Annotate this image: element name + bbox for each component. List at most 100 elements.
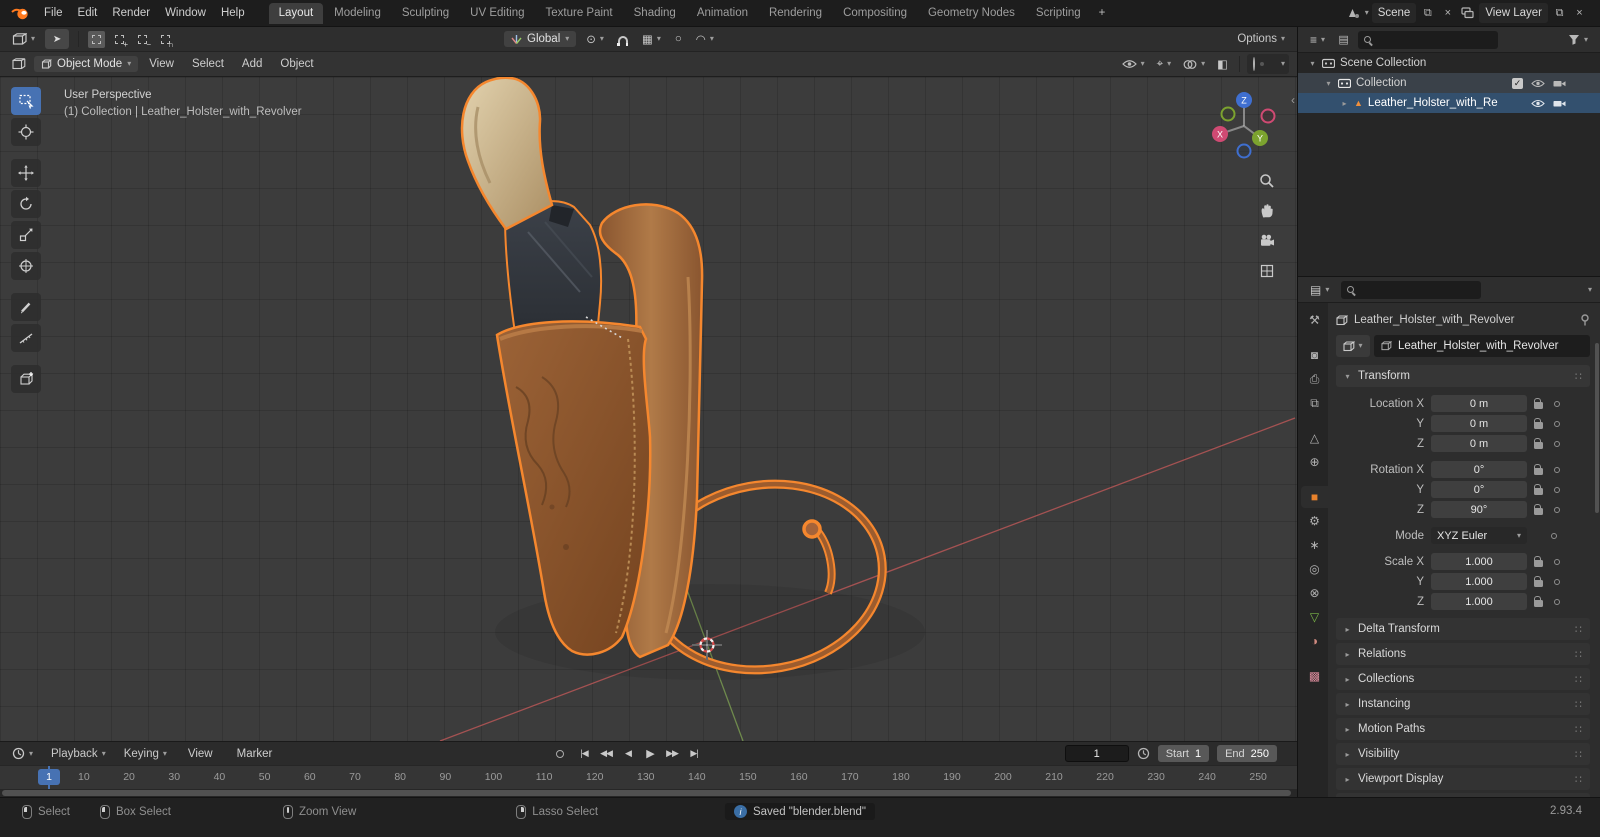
- object-visibility-dropdown[interactable]: ▾: [1118, 57, 1149, 71]
- view-layer-icon[interactable]: [1459, 4, 1476, 22]
- revolver-grip[interactable]: [460, 77, 554, 231]
- workspace-tab-uv-editing[interactable]: UV Editing: [460, 3, 534, 24]
- disclosure-icon[interactable]: ▾: [1308, 59, 1317, 68]
- tab-texture[interactable]: ▩: [1301, 665, 1328, 687]
- gizmo-y-neg-axis[interactable]: [1220, 106, 1236, 122]
- select-mode-subtract-button[interactable]: −: [134, 31, 151, 49]
- tab-render[interactable]: ◙: [1301, 344, 1328, 366]
- shading-rendered-button[interactable]: [1274, 62, 1278, 66]
- select-mode-intersect-button[interactable]: ∩: [157, 31, 174, 49]
- options-dropdown[interactable]: Options ▾: [1233, 31, 1289, 47]
- scale-y-field[interactable]: 1.000: [1431, 573, 1527, 590]
- hide-viewport-eye-icon[interactable]: [1531, 99, 1545, 108]
- timeline-ruler[interactable]: 1 10 20 30 40 50 60 70 80 90 100 110 120 130 140 150 16…: [0, 765, 1297, 789]
- animate-dot-icon[interactable]: [1554, 486, 1560, 493]
- transform-panel-header[interactable]: ▾ Transform ∷: [1336, 365, 1590, 387]
- scale-z-field[interactable]: 1.000: [1431, 593, 1527, 610]
- add-workspace-button[interactable]: +: [1092, 3, 1113, 23]
- tab-physics[interactable]: ◎: [1301, 558, 1328, 580]
- panel-viewport-display[interactable]: ▸ Viewport Display ∷: [1336, 768, 1590, 790]
- view-layer-selector[interactable]: View Layer: [1479, 3, 1548, 23]
- object-id-type-button[interactable]: ▾: [1336, 335, 1370, 357]
- tool-scale[interactable]: [11, 221, 41, 249]
- properties-search-input[interactable]: [1359, 283, 1476, 296]
- add-menu[interactable]: Add: [235, 55, 269, 73]
- shading-dropdown-icon[interactable]: ▾: [1281, 60, 1285, 68]
- collection-checkbox[interactable]: ✓: [1512, 77, 1523, 89]
- tool-measure[interactable]: [11, 324, 41, 352]
- gizmo-x-neg-axis[interactable]: [1260, 108, 1276, 124]
- jump-to-end-button[interactable]: ▶|: [684, 745, 704, 763]
- tab-particles[interactable]: ∗: [1301, 534, 1328, 556]
- animate-dot-icon[interactable]: [1554, 558, 1560, 565]
- lock-icon[interactable]: [1534, 438, 1543, 449]
- scene-icon[interactable]: [1345, 4, 1362, 22]
- outliner-row-scene-collection[interactable]: ▾ Scene Collection: [1298, 53, 1600, 73]
- panel-grip-icon[interactable]: ∷: [1575, 370, 1583, 383]
- timeline-view-menu[interactable]: View: [181, 745, 220, 763]
- snap-toggle-button[interactable]: [614, 32, 632, 47]
- hide-viewport-eye-icon[interactable]: [1531, 79, 1545, 88]
- properties-editor-type-button[interactable]: ▤ ▾: [1306, 281, 1333, 299]
- auto-keying-record-button[interactable]: [556, 749, 564, 758]
- workspace-tab-rendering[interactable]: Rendering: [759, 3, 832, 24]
- select-mode-extend-button[interactable]: +: [111, 31, 128, 49]
- remove-view-layer-icon[interactable]: ×: [1571, 4, 1588, 22]
- panel-grip-icon[interactable]: ∷: [1575, 648, 1583, 661]
- tab-object-data[interactable]: ▽: [1301, 606, 1328, 628]
- panel-motion-paths[interactable]: ▸ Motion Paths ∷: [1336, 718, 1590, 740]
- pivot-point-dropdown[interactable]: ⊙ ▾: [582, 30, 608, 48]
- disclosure-icon[interactable]: ▾: [1324, 79, 1333, 88]
- workspace-tab-animation[interactable]: Animation: [687, 3, 758, 24]
- panel-grip-icon[interactable]: ∷: [1575, 748, 1583, 761]
- tab-view-layer[interactable]: ⧉: [1301, 392, 1328, 414]
- scale-x-field[interactable]: 1.000: [1431, 553, 1527, 570]
- workspace-tab-scripting[interactable]: Scripting: [1026, 3, 1091, 24]
- properties-search[interactable]: [1341, 280, 1482, 299]
- workspace-tab-shading[interactable]: Shading: [624, 3, 686, 24]
- rotation-z-field[interactable]: 90°: [1431, 501, 1527, 518]
- overlays-dropdown[interactable]: ▾: [1179, 57, 1209, 72]
- shading-solid-button[interactable]: [1259, 62, 1264, 66]
- tool-select-box[interactable]: [11, 87, 41, 115]
- tool-add-cube[interactable]: [11, 365, 41, 393]
- location-y-field[interactable]: 0 m: [1431, 415, 1527, 432]
- scene-chevron-icon[interactable]: ▾: [1365, 9, 1369, 17]
- tool-move[interactable]: [11, 159, 41, 187]
- timeline-marker-menu[interactable]: Marker: [230, 745, 280, 763]
- gizmos-dropdown[interactable]: ⌖ ▾: [1153, 56, 1176, 73]
- outliner-search-input[interactable]: [1376, 33, 1493, 46]
- scene-selector[interactable]: Scene: [1371, 3, 1417, 23]
- object-name-field[interactable]: Leather_Holster_with_Revolver: [1374, 335, 1590, 357]
- play-reverse-button[interactable]: ◀: [618, 745, 638, 763]
- tool-rotate[interactable]: [11, 190, 41, 218]
- view-menu[interactable]: View: [142, 55, 181, 73]
- lock-icon[interactable]: [1534, 418, 1543, 429]
- panel-delta-transform[interactable]: ▸ Delta Transform ∷: [1336, 618, 1590, 640]
- collection-label[interactable]: Collection: [1356, 77, 1407, 89]
- menu-window[interactable]: Window: [158, 4, 213, 22]
- rotation-mode-dropdown[interactable]: XYZ Euler ▾: [1431, 527, 1527, 544]
- transform-orientation-dropdown[interactable]: Global ▾: [504, 31, 577, 47]
- xray-toggle-button[interactable]: ◧: [1213, 55, 1232, 73]
- panel-grip-icon[interactable]: ∷: [1575, 673, 1583, 686]
- playhead-frame-badge[interactable]: 1: [38, 769, 60, 785]
- outliner-row-collection[interactable]: ▾ Collection ✓: [1298, 73, 1600, 93]
- properties-options-icon[interactable]: ▾: [1588, 285, 1592, 294]
- editor-type-button[interactable]: ▾: [8, 31, 39, 48]
- pan-view-button[interactable]: [1255, 199, 1279, 223]
- cord-knot[interactable]: [802, 519, 822, 539]
- tab-object[interactable]: ■: [1301, 486, 1328, 508]
- sidebar-toggle-arrow[interactable]: ‹: [1291, 93, 1295, 107]
- delete-scene-icon[interactable]: ×: [1439, 4, 1456, 22]
- navigation-gizmo[interactable]: Z X Y: [1205, 87, 1283, 165]
- menu-help[interactable]: Help: [214, 4, 252, 22]
- location-z-field[interactable]: 0 m: [1431, 435, 1527, 452]
- start-frame-field[interactable]: Start 1: [1157, 745, 1210, 762]
- tab-material[interactable]: ◑: [1301, 630, 1328, 652]
- active-tool-tweak-button[interactable]: ➤: [45, 29, 70, 49]
- panel-collections[interactable]: ▸ Collections ∷: [1336, 668, 1590, 690]
- timeline-editor-type-button[interactable]: ▾: [8, 745, 37, 762]
- zoom-view-button[interactable]: [1255, 169, 1279, 193]
- workspace-tab-sculpting[interactable]: Sculpting: [392, 3, 459, 24]
